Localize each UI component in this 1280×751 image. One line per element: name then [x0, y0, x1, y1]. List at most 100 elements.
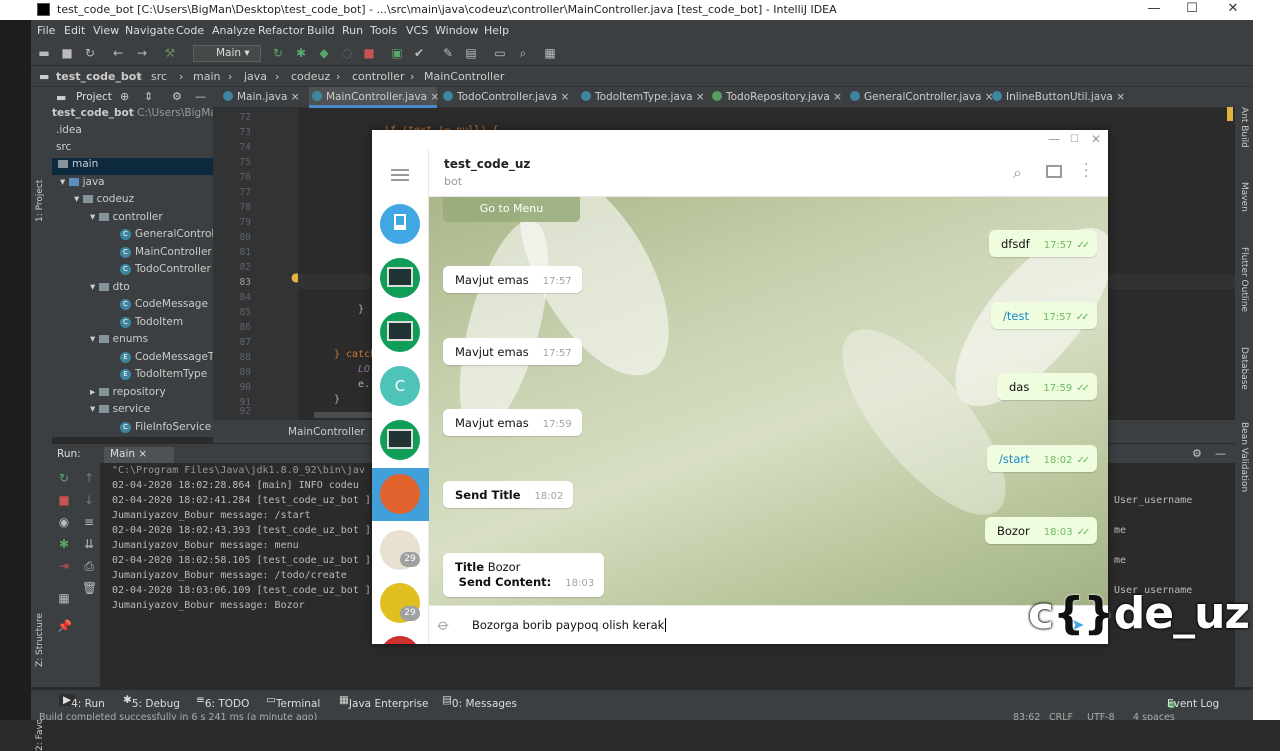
status-indent[interactable]: 4 spaces — [1133, 712, 1175, 720]
gear-icon[interactable]: ⚙ — [1192, 447, 1202, 460]
minimize-button[interactable]: — — [1139, 1, 1169, 16]
status-position[interactable]: 83:62 — [1013, 712, 1040, 720]
close-button[interactable]: ✕ — [1218, 1, 1248, 16]
message-outgoing[interactable]: Bozor 18:03 ✓✓ — [985, 517, 1098, 544]
project-panel-title[interactable]: Project — [76, 91, 112, 103]
rerun-icon[interactable]: ↻ — [57, 471, 71, 485]
tree-item[interactable]: E TodoItemType — [120, 368, 207, 385]
tool-window-structure[interactable]: Z: Structure — [35, 613, 45, 667]
project-structure-icon[interactable]: ▤ — [464, 46, 478, 60]
stop-icon[interactable]: ■ — [57, 493, 71, 507]
message-incoming[interactable]: Send Title 18:02 — [443, 481, 574, 508]
menu-code[interactable]: Code — [176, 24, 204, 37]
saved-messages-avatar[interactable] — [380, 204, 420, 244]
message-command-link[interactable]: /test — [1003, 309, 1029, 323]
message-outgoing[interactable]: /test 17:57 ✓✓ — [991, 302, 1097, 329]
breadcrumb-item-main[interactable]: main — [193, 70, 220, 83]
down-icon[interactable]: ↓ — [82, 493, 96, 507]
more-vertical-icon[interactable]: · · · — [1084, 158, 1090, 184]
vcs-commit-icon[interactable]: ✔ — [412, 46, 426, 60]
tree-item[interactable]: E CodeMessageTyp — [120, 351, 213, 368]
chat-avatar-code[interactable] — [380, 258, 420, 298]
rerun-icon[interactable]: ↻ — [271, 46, 285, 60]
run-tab-main[interactable]: Main × — [104, 447, 174, 464]
menu-file[interactable]: File — [37, 24, 55, 37]
tree-item[interactable]: C TodoController — [120, 263, 211, 280]
tasks-icon[interactable]: ▦ — [543, 46, 557, 60]
telegram-maximize-button[interactable]: ☐ — [1070, 134, 1079, 145]
tool-window-database[interactable]: Database — [1239, 347, 1249, 390]
open-icon[interactable]: ▬ — [37, 46, 51, 60]
tab-todocontroller-java[interactable]: TodoController.java × — [437, 87, 577, 108]
menu-run[interactable]: Run — [342, 24, 363, 37]
chat-list-item-selected[interactable] — [372, 468, 429, 521]
message-input[interactable]: Bozorga borib paypoq olish kerak — [472, 618, 667, 632]
gear-icon[interactable]: ⚙ — [172, 90, 182, 103]
forward-icon[interactable]: → — [135, 46, 149, 60]
message-outgoing[interactable]: dfsdf 17:57 ✓✓ — [989, 230, 1098, 257]
soft-wrap-icon[interactable]: ≡ — [82, 515, 96, 529]
tab-maincontroller-java[interactable]: MainController.java × — [309, 87, 439, 108]
tree-item[interactable]: C TodoItem — [120, 316, 183, 333]
warning-marker[interactable] — [1227, 107, 1233, 121]
tab-generalcontroller-java[interactable]: GeneralController.java × — [848, 87, 994, 108]
sync-icon[interactable]: ↻ — [83, 46, 97, 60]
up-icon[interactable]: ↑ — [82, 471, 96, 485]
collapse-icon[interactable]: ⇕ — [144, 90, 153, 103]
message-outgoing[interactable]: das 17:59 ✓✓ — [997, 373, 1097, 400]
hide-icon[interactable]: — — [1215, 447, 1226, 460]
message-incoming[interactable]: Mavjut emas 17:59 — [443, 409, 582, 436]
layout-icon[interactable]: ▦ — [57, 591, 71, 605]
maximize-button[interactable]: ☐ — [1177, 1, 1207, 16]
scroll-end-icon[interactable]: ⇊ — [82, 537, 96, 551]
telegram-close-button[interactable]: ✕ — [1091, 132, 1101, 146]
horizontal-scrollbar[interactable] — [314, 412, 374, 418]
chat-avatar-code[interactable] — [380, 312, 420, 352]
tree-item[interactable]: ▾ controller — [90, 211, 163, 228]
status-encoding[interactable]: UTF-8 — [1087, 712, 1115, 720]
menu-build[interactable]: Build — [307, 24, 335, 37]
chat-avatar[interactable] — [380, 636, 420, 644]
message-incoming[interactable]: Title Bozor Send Content: 18:03 — [443, 553, 605, 597]
chat-messages-area[interactable]: Go to Menu dfsdf 17:57 ✓✓ Mavjut emas 17:57… — [429, 197, 1108, 605]
tool-window-messages[interactable]: ▤ 0: Messages — [442, 694, 517, 710]
tool-window-ant-build[interactable]: Ant Build — [1239, 107, 1249, 148]
go-to-menu-button[interactable]: Go to Menu — [443, 197, 580, 222]
menu-refactor[interactable]: Refactor — [258, 24, 304, 37]
menu-tools[interactable]: Tools — [370, 24, 397, 37]
debug-bug-icon[interactable]: ✱ — [57, 537, 71, 551]
print-icon[interactable]: ⎙ — [82, 559, 96, 573]
hamburger-menu-icon[interactable] — [391, 169, 409, 171]
attach-paperclip-icon[interactable]: ⌀ — [434, 614, 454, 635]
camera-icon[interactable]: ◉ — [57, 515, 71, 529]
message-command-link[interactable]: /start — [999, 452, 1030, 466]
tool-window-java-enterprise[interactable]: ▦ Java Enterprise — [339, 694, 428, 710]
pin-icon[interactable]: 📌 — [57, 619, 72, 633]
tree-item[interactable]: ▾ dto — [90, 281, 130, 298]
breadcrumb-item-java[interactable]: java — [244, 70, 267, 83]
tab-todorepository-java[interactable]: TodoRepository.java × — [708, 87, 848, 108]
tree-item[interactable]: src — [56, 141, 71, 158]
message-incoming[interactable]: Mavjut emas 17:57 — [443, 266, 582, 293]
tool-window-bean-validation[interactable]: Bean Validation — [1239, 422, 1249, 492]
tool-window-run[interactable]: ▶ 4: Run — [59, 694, 105, 710]
breadcrumb-item-src[interactable]: src — [151, 70, 167, 83]
tool-window-terminal[interactable]: ▭ Terminal — [266, 694, 320, 710]
trash-icon[interactable]: 🗑 — [82, 581, 97, 595]
stop-icon[interactable]: ■ — [362, 46, 376, 60]
chat-avatar-code[interactable] — [380, 420, 420, 460]
breadcrumb-item-controller[interactable]: controller — [352, 70, 404, 83]
tree-item[interactable]: .idea — [56, 124, 82, 141]
exit-icon[interactable]: ⇥ — [57, 559, 71, 573]
tree-item[interactable]: ▾ service — [90, 403, 150, 420]
tool-window-todo[interactable]: ≡ 6: TODO — [196, 694, 249, 710]
build-hammer-icon[interactable]: ⚒ — [163, 46, 177, 60]
menu-help[interactable]: Help — [484, 24, 509, 37]
tree-item[interactable]: C MainController — [120, 246, 212, 263]
tree-item[interactable]: ▸ repository — [90, 386, 166, 403]
back-icon[interactable]: ← — [111, 46, 125, 60]
menu-vcs[interactable]: VCS — [406, 24, 428, 37]
tree-item[interactable]: ▾ codeuz — [74, 193, 134, 210]
tool-window-project[interactable]: 1: Project — [35, 180, 45, 222]
breadcrumb-item-codeuz[interactable]: codeuz — [291, 70, 330, 83]
